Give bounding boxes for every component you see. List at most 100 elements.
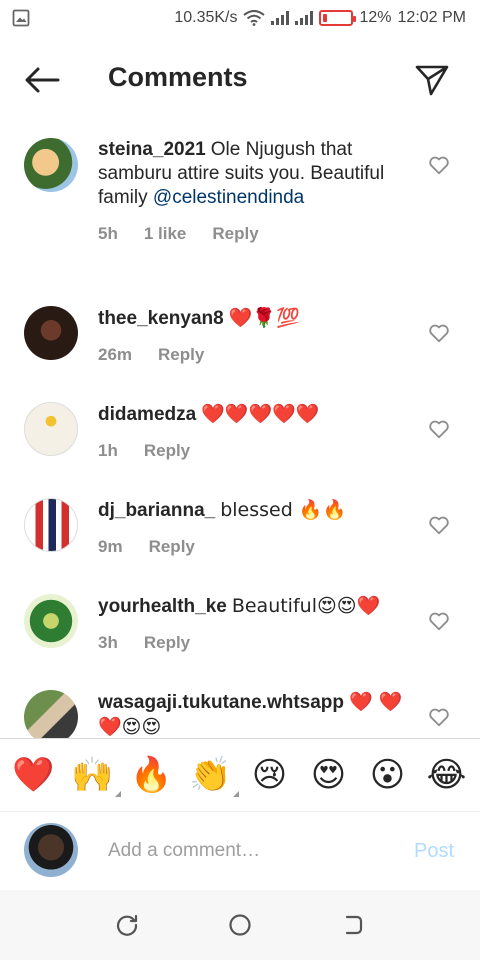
like-heart-icon[interactable] [428, 610, 450, 632]
comment-item: wasagaji.tukutane.whtsapp ❤️ ❤️❤️😍😍 [0, 690, 480, 738]
emoji-laughing-button[interactable]: 😂 [425, 753, 469, 797]
status-bar: 10.35K/s 12% 12:02 PM [0, 0, 480, 36]
like-heart-icon[interactable] [428, 154, 450, 176]
avatar[interactable] [24, 138, 78, 192]
emoji-laughing: 😂 [426, 755, 467, 795]
comment-time: 26m [98, 345, 133, 364]
comment-username[interactable]: thee_kenyan8 [98, 308, 224, 329]
comment-item: thee_kenyan8 ❤️🌹💯 26m Reply [0, 306, 480, 386]
reply-button[interactable]: Reply [144, 631, 190, 655]
battery-icon [319, 10, 357, 26]
wifi-icon [243, 10, 266, 26]
comment-item: dj_barianna_ blessed 🔥🔥 9m Reply [0, 498, 480, 578]
back-nav-button[interactable] [338, 910, 368, 940]
comment-meta: 3h Reply [98, 631, 398, 655]
comment-username[interactable]: yourhealth_ke [98, 596, 227, 617]
comment-text: steina_2021 Ole Njugush that samburu atti… [98, 138, 398, 210]
like-heart-icon[interactable] [428, 418, 450, 440]
comment-text: yourhealth_ke Beautiful😍😍❤️ [98, 594, 398, 619]
comment-body: wasagaji.tukutane.whtsapp ❤️ ❤️❤️😍😍 [98, 690, 418, 738]
back-icon [346, 915, 363, 935]
emoji-fire: 🔥 [130, 755, 173, 795]
comment-body: steina_2021 Ole Njugush that samburu atti… [98, 138, 398, 246]
emoji-clap-button[interactable]: 👏 [189, 753, 239, 797]
like-heart-icon[interactable] [428, 706, 450, 728]
comment-username[interactable]: didamedza [98, 404, 196, 425]
post-button[interactable]: Post [414, 840, 454, 863]
comment-content: ❤️🌹💯 [228, 307, 300, 329]
avatar[interactable] [24, 402, 78, 456]
like-heart-icon[interactable] [428, 514, 450, 536]
back-button[interactable] [22, 64, 62, 96]
comment-meta: 26m Reply [98, 343, 398, 367]
system-nav-bar [0, 890, 480, 960]
reply-button[interactable]: Reply [158, 343, 204, 367]
comment-item: didamedza ❤️❤️❤️❤️❤️ 1h Reply [0, 402, 480, 482]
comment-content: Beautiful😍😍❤️ [231, 595, 381, 617]
emoji-quick-bar: ❤️ 🙌 🔥 👏 😢 😍 😮 😂 [0, 738, 480, 812]
arrow-left-icon [25, 67, 60, 93]
emoji-surprised-button[interactable]: 😮 [366, 753, 410, 797]
share-button[interactable] [412, 60, 452, 100]
reply-button[interactable]: Reply [212, 222, 258, 246]
reply-button[interactable]: Reply [149, 535, 195, 559]
comment-composer: Post [0, 812, 480, 890]
emoji-crying: 😢 [251, 755, 288, 795]
emoji-surprised: 😮 [369, 755, 406, 795]
comment-username[interactable]: dj_barianna_ [98, 500, 215, 521]
avatar[interactable] [24, 690, 78, 738]
comment-username[interactable]: wasagaji.tukutane.whtsapp [98, 692, 344, 713]
comment-body: yourhealth_ke Beautiful😍😍❤️ 3h Reply [98, 594, 398, 655]
comment-text: thee_kenyan8 ❤️🌹💯 [98, 306, 398, 331]
signal-icon [295, 11, 314, 25]
gallery-icon [12, 9, 30, 27]
home-button[interactable] [225, 910, 255, 940]
comment-time: 3h [98, 633, 118, 652]
comment-text: dj_barianna_ blessed 🔥🔥 [98, 498, 398, 523]
comment-mention[interactable]: @celestinendinda [153, 187, 304, 208]
emoji-crying-button[interactable]: 😢 [248, 753, 292, 797]
avatar[interactable] [24, 306, 78, 360]
emoji-raised-hands-button[interactable]: 🙌 [71, 753, 121, 797]
comment-username[interactable]: steina_2021 [98, 139, 206, 160]
like-heart-icon[interactable] [428, 322, 450, 344]
battery-percent: 12% [359, 9, 392, 26]
emoji-heart-eyes-button[interactable]: 😍 [307, 753, 351, 797]
send-icon [415, 65, 449, 96]
comment-time: 9m [98, 537, 123, 556]
clock: 12:02 PM [397, 9, 466, 26]
comment-text: didamedza ❤️❤️❤️❤️❤️ [98, 402, 398, 427]
comment-meta: 5h 1 like Reply [98, 222, 398, 246]
comment-likes[interactable]: 1 like [144, 222, 187, 246]
home-icon [229, 914, 251, 936]
emoji-heart-eyes: 😍 [310, 755, 347, 795]
skin-tone-indicator-icon [232, 791, 239, 797]
comment-body: didamedza ❤️❤️❤️❤️❤️ 1h Reply [98, 402, 398, 463]
network-speed: 10.35K/s [174, 9, 238, 26]
skin-tone-indicator-icon [114, 791, 121, 797]
comment-time: 5h [98, 224, 118, 243]
signal-icon [271, 11, 290, 25]
recent-apps-icon [116, 914, 137, 936]
comment-meta: 9m Reply [98, 535, 398, 559]
comment-list[interactable]: steina_2021 Ole Njugush that samburu atti… [0, 128, 480, 738]
comment-meta: 1h Reply [98, 439, 398, 463]
my-avatar [24, 823, 78, 877]
emoji-raised-hands: 🙌 [71, 755, 114, 795]
avatar[interactable] [24, 498, 78, 552]
comment-input[interactable] [108, 836, 388, 866]
emoji-heart-button[interactable]: ❤️ [12, 753, 56, 797]
comment-time: 1h [98, 441, 118, 460]
comment-body: dj_barianna_ blessed 🔥🔥 9m Reply [98, 498, 398, 559]
comment-content: blessed 🔥🔥 [220, 499, 347, 521]
status-left [12, 9, 30, 27]
emoji-fire-button[interactable]: 🔥 [130, 753, 174, 797]
comment-body: thee_kenyan8 ❤️🌹💯 26m Reply [98, 306, 398, 367]
reply-button[interactable]: Reply [144, 439, 190, 463]
comment-content: ❤️❤️❤️❤️❤️ [201, 403, 320, 425]
avatar[interactable] [24, 594, 78, 648]
recent-apps-button[interactable] [112, 910, 142, 940]
status-right: 10.35K/s 12% 12:02 PM [174, 9, 466, 27]
comment-text: wasagaji.tukutane.whtsapp ❤️ ❤️❤️😍😍 [98, 690, 418, 738]
page-title: Comments [108, 62, 248, 92]
